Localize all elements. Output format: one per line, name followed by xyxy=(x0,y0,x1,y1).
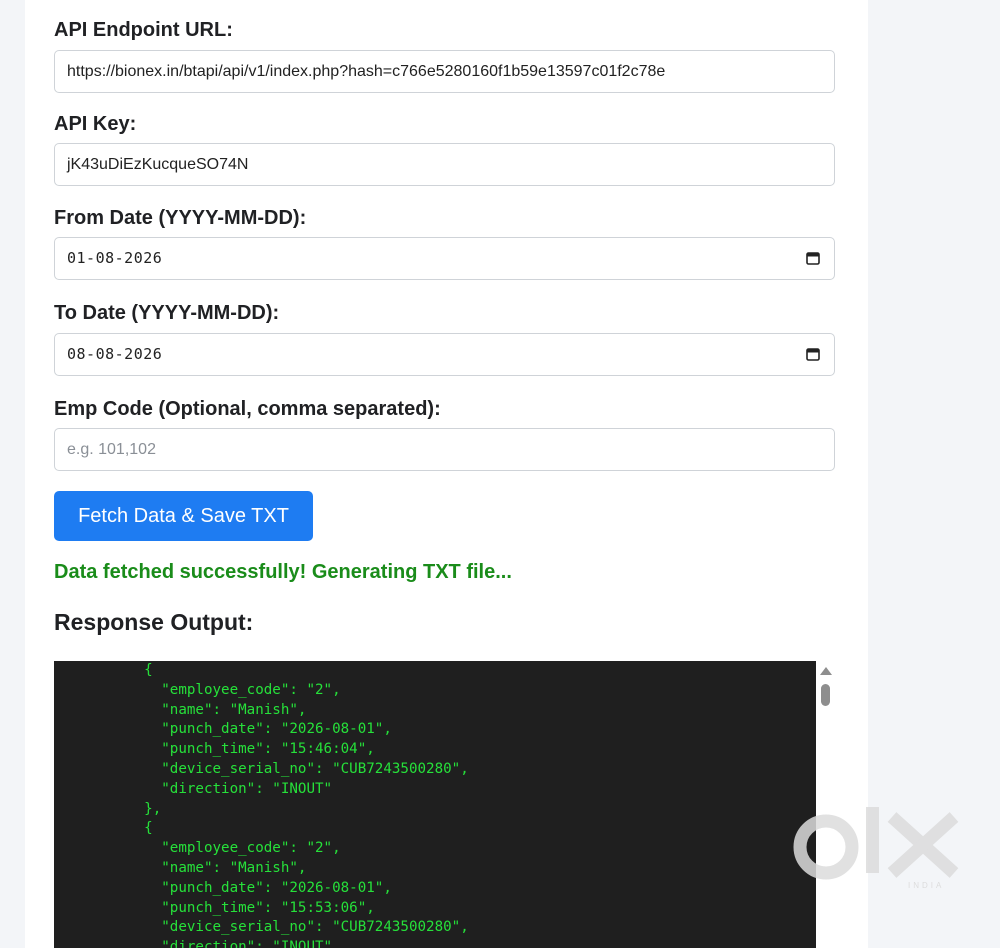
response-output-text: { "employee_code": "2", "name": "Manish"… xyxy=(144,662,469,948)
api-key-value: jK43uDiEzKucqueSO74N xyxy=(67,156,249,173)
response-output-console[interactable]: { "employee_code": "2", "name": "Manish"… xyxy=(54,661,816,948)
api-url-input[interactable]: https://bionex.in/btapi/api/v1/index.php… xyxy=(54,50,835,93)
olx-watermark-sub: INDIA xyxy=(908,881,945,890)
from-date-label: From Date (YYYY-MM-DD): xyxy=(54,207,307,229)
status-message: Data fetched successfully! Generating TX… xyxy=(54,561,512,583)
scroll-up-arrow-icon[interactable] xyxy=(820,667,832,675)
emp-code-label: Emp Code (Optional, comma separated): xyxy=(54,398,441,420)
api-key-label: API Key: xyxy=(54,113,137,135)
to-date-input[interactable]: 08-08-2026 xyxy=(54,333,835,376)
olx-watermark: INDIA xyxy=(790,803,965,893)
olx-logo xyxy=(793,807,959,880)
emp-code-input[interactable]: e.g. 101,102 xyxy=(54,428,835,471)
calendar-icon[interactable] xyxy=(806,347,820,361)
from-date-input[interactable]: 01-08-2026 xyxy=(54,237,835,280)
from-date-value: 01-08-2026 xyxy=(67,249,163,267)
to-date-value: 08-08-2026 xyxy=(67,345,163,363)
response-output-title: Response Output: xyxy=(54,609,254,635)
to-date-label: To Date (YYYY-MM-DD): xyxy=(54,302,280,324)
api-url-label: API Endpoint URL: xyxy=(54,19,233,41)
emp-code-placeholder: e.g. 101,102 xyxy=(67,441,156,458)
fetch-save-button[interactable]: Fetch Data & Save TXT xyxy=(54,491,313,541)
calendar-icon[interactable] xyxy=(806,251,820,265)
scrollbar-thumb[interactable] xyxy=(821,684,830,706)
api-url-value: https://bionex.in/btapi/api/v1/index.php… xyxy=(67,63,666,80)
api-key-input[interactable]: jK43uDiEzKucqueSO74N xyxy=(54,143,835,186)
